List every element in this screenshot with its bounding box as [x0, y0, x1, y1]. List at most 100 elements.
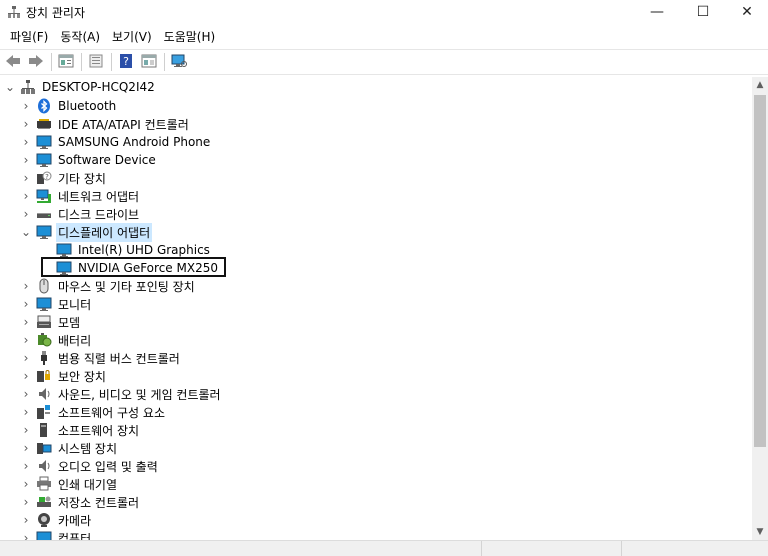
scrollbar-thumb[interactable] [754, 95, 766, 447]
chevron-right-icon[interactable]: › [20, 511, 32, 529]
computer-root-icon [20, 79, 36, 95]
tree-item-software-components[interactable]: › 소프트웨어 구성 요소 [20, 403, 167, 421]
tree-root[interactable]: ⌄ DESKTOP-HCQ2I42 [4, 78, 157, 96]
svg-text:?: ? [123, 55, 129, 68]
tree-item-label: 인쇄 대기열 [58, 477, 118, 492]
chevron-right-icon[interactable]: › [20, 169, 32, 187]
tree-item-modems[interactable]: › 모뎀 [20, 313, 82, 331]
menu-file[interactable]: 파일(F) [4, 27, 54, 47]
chevron-right-icon[interactable]: › [20, 277, 32, 295]
chevron-right-icon[interactable]: › [20, 403, 32, 421]
tree-item-batteries[interactable]: › 배터리 [20, 331, 93, 349]
battery-icon [36, 332, 52, 348]
tree-item-bluetooth[interactable]: › Bluetooth [20, 97, 118, 115]
properties-icon [58, 54, 74, 71]
monitor-icon [36, 296, 52, 312]
update-driver-button[interactable] [85, 51, 107, 73]
tree-item-sound-video-game[interactable]: › 사운드, 비디오 및 게임 컨트롤러 [20, 385, 223, 403]
tree-item-print-queues[interactable]: › 인쇄 대기열 [20, 475, 119, 493]
tree-item-label: Intel(R) UHD Graphics [78, 243, 210, 257]
tree-item-other-devices[interactable]: › ? 기타 장치 [20, 169, 108, 187]
chevron-right-icon[interactable]: › [20, 115, 32, 133]
maximize-button[interactable]: ☐ [680, 0, 726, 24]
tree-item-security-devices[interactable]: › 보안 장치 [20, 367, 108, 385]
menu-view[interactable]: 보기(V) [106, 27, 158, 47]
chevron-right-icon[interactable]: › [20, 331, 32, 349]
network-adapter-icon [36, 188, 52, 204]
chevron-right-icon[interactable]: › [20, 151, 32, 169]
vertical-scrollbar[interactable]: ▲ ▼ [752, 77, 768, 540]
tree-item-disk-drives[interactable]: › 디스크 드라이브 [20, 205, 141, 223]
software-device-icon [36, 152, 52, 168]
chevron-right-icon[interactable]: › [20, 457, 32, 475]
chevron-right-icon[interactable]: › [20, 313, 32, 331]
menu-action[interactable]: 동작(A) [54, 27, 106, 47]
show-hidden-button[interactable] [138, 51, 160, 73]
other-device-icon: ? [36, 170, 52, 186]
toolbar: ? [0, 49, 768, 75]
tree-item-system-devices[interactable]: › 시스템 장치 [20, 439, 119, 457]
forward-button[interactable] [25, 51, 47, 73]
tree-item-network-adapters[interactable]: › 네트워크 어댑터 [20, 187, 141, 205]
tree-item-cameras[interactable]: › 카메라 [20, 511, 93, 529]
highlight-annotation-box [41, 257, 226, 277]
camera-icon [36, 512, 52, 528]
chevron-right-icon[interactable]: › [20, 349, 32, 367]
chevron-right-icon[interactable]: › [20, 529, 32, 540]
tree-item-mice[interactable]: › 마우스 및 기타 포인팅 장치 [20, 277, 197, 295]
disk-drive-icon [36, 206, 52, 222]
tree-item-display-adapters[interactable]: ⌄ 디스플레이 어댑터 [20, 222, 153, 242]
chevron-right-icon[interactable]: › [20, 367, 32, 385]
chevron-right-icon[interactable]: › [20, 439, 32, 457]
audio-io-icon [36, 458, 52, 474]
tree-item-label: 사운드, 비디오 및 게임 컨트롤러 [58, 387, 221, 402]
tree-item-samsung-phone[interactable]: › SAMSUNG Android Phone [20, 133, 212, 151]
help-button[interactable]: ? [115, 51, 137, 73]
menu-help[interactable]: 도움말(H) [158, 27, 222, 47]
chevron-right-icon[interactable]: › [20, 421, 32, 439]
device-manager-app-icon [7, 5, 21, 19]
chevron-right-icon[interactable]: › [20, 187, 32, 205]
forward-icon [28, 54, 44, 71]
chevron-down-icon[interactable]: ⌄ [20, 223, 32, 241]
chevron-down-icon[interactable]: ⌄ [4, 78, 16, 96]
chevron-right-icon[interactable]: › [20, 385, 32, 403]
chevron-right-icon[interactable]: › [20, 133, 32, 151]
close-button[interactable]: ✕ [724, 0, 768, 24]
menu-bar: 파일(F) 동작(A) 보기(V) 도움말(H) [0, 26, 768, 48]
tree-item-label: 시스템 장치 [58, 441, 118, 456]
tree-item-label: 범용 직렬 버스 컨트롤러 [58, 351, 180, 366]
tree-item-ide-controller[interactable]: › IDE ATA/ATAPI 컨트롤러 [20, 115, 191, 133]
tree-item-audio-io[interactable]: › 오디오 입력 및 출력 [20, 457, 160, 475]
chevron-right-icon[interactable]: › [20, 493, 32, 511]
tree-item-label: 디스플레이 어댑터 [56, 222, 153, 242]
scroll-up-arrow-icon[interactable]: ▲ [752, 77, 768, 93]
scroll-down-arrow-icon[interactable]: ▼ [752, 524, 768, 540]
window-title: 장치 관리자 [26, 6, 86, 20]
tree-item-label: 배터리 [58, 333, 92, 348]
display-adapter-icon [36, 224, 52, 240]
tree-item-usb-controllers[interactable]: › 범용 직렬 버스 컨트롤러 [20, 349, 182, 367]
properties-button[interactable] [55, 51, 77, 73]
toolbar-separator [111, 53, 112, 71]
storage-controller-icon [36, 494, 52, 510]
chevron-right-icon[interactable]: › [20, 475, 32, 493]
tree-item-software-device[interactable]: › Software Device [20, 151, 158, 169]
chevron-right-icon[interactable]: › [20, 205, 32, 223]
minimize-icon: — [650, 4, 664, 20]
tree-item-computer[interactable]: › 컴퓨터 [20, 529, 93, 540]
tree-item-storage-controllers[interactable]: › 저장소 컨트롤러 [20, 493, 141, 511]
chevron-right-icon[interactable]: › [20, 97, 32, 115]
status-segment [0, 541, 482, 556]
toolbar-separator [81, 53, 82, 71]
print-queue-icon [36, 476, 52, 492]
computer-icon [36, 530, 52, 540]
scan-hardware-button[interactable] [168, 51, 190, 73]
tree-item-label: 모뎀 [58, 315, 81, 330]
minimize-button[interactable]: — [634, 0, 680, 24]
status-segment [482, 541, 622, 556]
back-button[interactable] [2, 51, 24, 73]
chevron-right-icon[interactable]: › [20, 295, 32, 313]
tree-item-monitors[interactable]: › 모니터 [20, 295, 93, 313]
tree-item-software-devices[interactable]: › 소프트웨어 장치 [20, 421, 141, 439]
